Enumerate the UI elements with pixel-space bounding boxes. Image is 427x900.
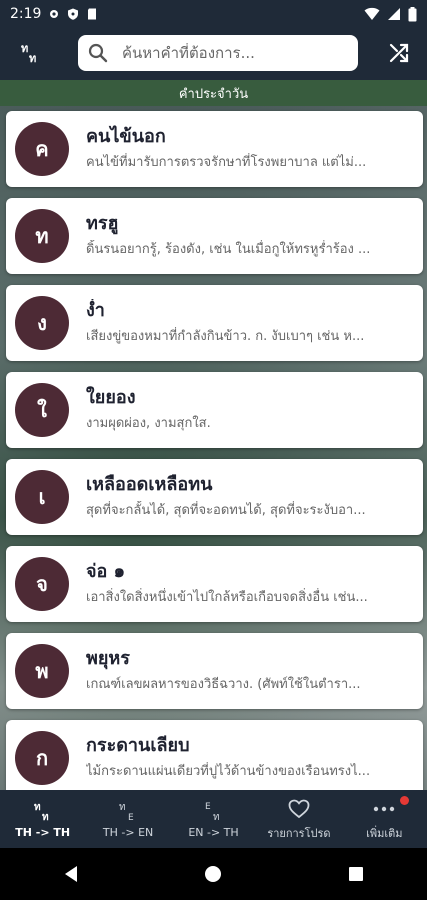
search-input[interactable] xyxy=(120,43,344,63)
battery-icon xyxy=(408,6,417,21)
nav-th-en[interactable]: ท E TH -> EN xyxy=(85,790,170,848)
search-icon xyxy=(88,43,108,63)
more-icon xyxy=(374,806,395,811)
word-meaning: เกณฑ์เลขผลหารของวิธีฉวาง. (ศัพท์ใช้ในตำร… xyxy=(86,677,361,692)
signal-icon xyxy=(388,8,400,20)
svg-text:ท: ท xyxy=(119,802,126,813)
word-of-the-day-header: คำประจำวัน xyxy=(0,80,427,106)
wifi-icon xyxy=(364,7,380,20)
nav-label: EN -> TH xyxy=(188,826,239,839)
heart-icon xyxy=(288,799,310,818)
status-time: 2:19 xyxy=(10,6,42,22)
word-initial-avatar: ก xyxy=(15,731,69,785)
word-list: ค คนไข้นอก คนไข้ที่มารับการตรวจรักษาที่โ… xyxy=(0,106,427,790)
word-initial-avatar: ใ xyxy=(15,383,69,437)
nav-favorites[interactable]: รายการโปรด xyxy=(256,790,341,848)
word-title: จ่อ ๑ xyxy=(86,561,126,582)
word-title: คนไข้นอก xyxy=(86,126,166,147)
shuffle-icon xyxy=(389,43,409,63)
nav-label: เพิ่มเติม xyxy=(366,826,403,840)
bottom-navigation: ท ท TH -> TH ท E TH -> EN E ท EN -> TH ร… xyxy=(0,790,427,848)
word-card[interactable]: เ เหลืออดเหลือทน สุดที่จะกลั้นได้, สุดที… xyxy=(6,459,423,535)
word-title: กระดานเลียบ xyxy=(86,735,190,756)
svg-text:ท: ท xyxy=(42,812,49,823)
word-initial-avatar: ท xyxy=(15,209,69,263)
shield-icon xyxy=(68,8,79,20)
nav-more[interactable]: เพิ่มเติม xyxy=(342,790,427,848)
shuffle-button[interactable] xyxy=(375,28,423,78)
word-card[interactable]: ใ ใยยอง งามผุดผ่อง, งามสุกใส. xyxy=(6,372,423,448)
word-title: ง่ำ xyxy=(86,300,105,321)
svg-text:ท: ท xyxy=(213,812,220,823)
app-bar: ท ท xyxy=(0,28,427,78)
nav-label: TH -> EN xyxy=(102,826,154,839)
nav-label: TH -> TH xyxy=(15,826,71,839)
svg-text:ท: ท xyxy=(21,42,28,55)
nav-th-th[interactable]: ท ท TH -> TH xyxy=(0,790,85,848)
word-initial-avatar: ง xyxy=(15,296,69,350)
word-meaning: สุดที่จะกลั้นได้, สุดที่จะอดทนได้, สุดที… xyxy=(86,503,366,518)
home-icon xyxy=(205,866,222,882)
word-title: ใยยอง xyxy=(86,387,136,408)
word-initial-avatar: เ xyxy=(15,470,69,524)
word-title: พยุหร xyxy=(86,648,130,669)
recents-icon xyxy=(348,867,363,881)
svg-text:ท: ท xyxy=(34,802,41,813)
word-card[interactable]: พ พยุหร เกณฑ์เลขผลหารของวิธีฉวาง. (ศัพท์… xyxy=(6,633,423,709)
back-button[interactable] xyxy=(41,848,101,900)
word-meaning: งามผุดผ่อง, งามสุกใส. xyxy=(86,416,211,431)
app-logo-button[interactable]: ท ท xyxy=(0,28,60,78)
word-meaning: ไม้กระดานแผ่นเดียวที่ปูไว้ด้านข้างของเรื… xyxy=(86,764,371,779)
section-title: คำประจำวัน xyxy=(178,86,249,102)
back-icon xyxy=(65,866,78,882)
word-title: ทรฮู xyxy=(86,213,119,234)
word-meaning: เอาสิ่งใดสิ่งหนึ่งเข้าไปใกล้หรือเกือบจดส… xyxy=(86,590,368,605)
svg-text:E: E xyxy=(128,813,134,823)
svg-text:ท: ท xyxy=(29,52,36,65)
word-initial-avatar: พ xyxy=(15,644,69,698)
search-box[interactable] xyxy=(78,35,358,71)
th-en-icon: ท E xyxy=(119,802,134,823)
status-bar: 2:19 xyxy=(0,0,427,28)
home-button[interactable] xyxy=(183,848,243,900)
th-th-icon: ท ท xyxy=(34,802,49,823)
system-navigation-bar xyxy=(0,848,427,900)
nav-label: รายการโปรด xyxy=(267,826,331,840)
settings-icon xyxy=(50,10,59,18)
recents-button[interactable] xyxy=(326,848,386,900)
sd-card-icon xyxy=(88,8,97,20)
word-initial-avatar: จ xyxy=(15,557,69,611)
word-card[interactable]: ก กระดานเลียบ ไม้กระดานแผ่นเดียวที่ปูไว้… xyxy=(6,720,423,790)
word-meaning: ดิ้นรนอยากรู้, ร้องดัง, เช่น ในเมื่อกูให… xyxy=(86,242,371,257)
word-card[interactable]: ค คนไข้นอก คนไข้ที่มารับการตรวจรักษาที่โ… xyxy=(6,111,423,187)
notification-badge xyxy=(400,796,410,805)
word-card[interactable]: ท ทรฮู ดิ้นรนอยากรู้, ร้องดัง, เช่น ในเม… xyxy=(6,198,423,274)
word-initial-avatar: ค xyxy=(15,122,69,176)
word-card[interactable]: ง ง่ำ เสียงขู่ของหมาที่กำลังกินข้าว. ก. … xyxy=(6,285,423,361)
nav-en-th[interactable]: E ท EN -> TH xyxy=(171,790,256,848)
word-meaning: เสียงขู่ของหมาที่กำลังกินข้าว. ก. งับเบา… xyxy=(86,329,365,344)
dictionary-logo-icon: ท ท xyxy=(21,42,36,65)
word-title: เหลืออดเหลือทน xyxy=(86,474,213,495)
en-th-icon: E ท xyxy=(205,802,220,823)
word-card[interactable]: จ จ่อ ๑ เอาสิ่งใดสิ่งหนึ่งเข้าไปใกล้หรือ… xyxy=(6,546,423,622)
word-meaning: คนไข้ที่มารับการตรวจรักษาที่โรงพยาบาล แต… xyxy=(86,155,367,170)
svg-text:E: E xyxy=(205,802,211,812)
